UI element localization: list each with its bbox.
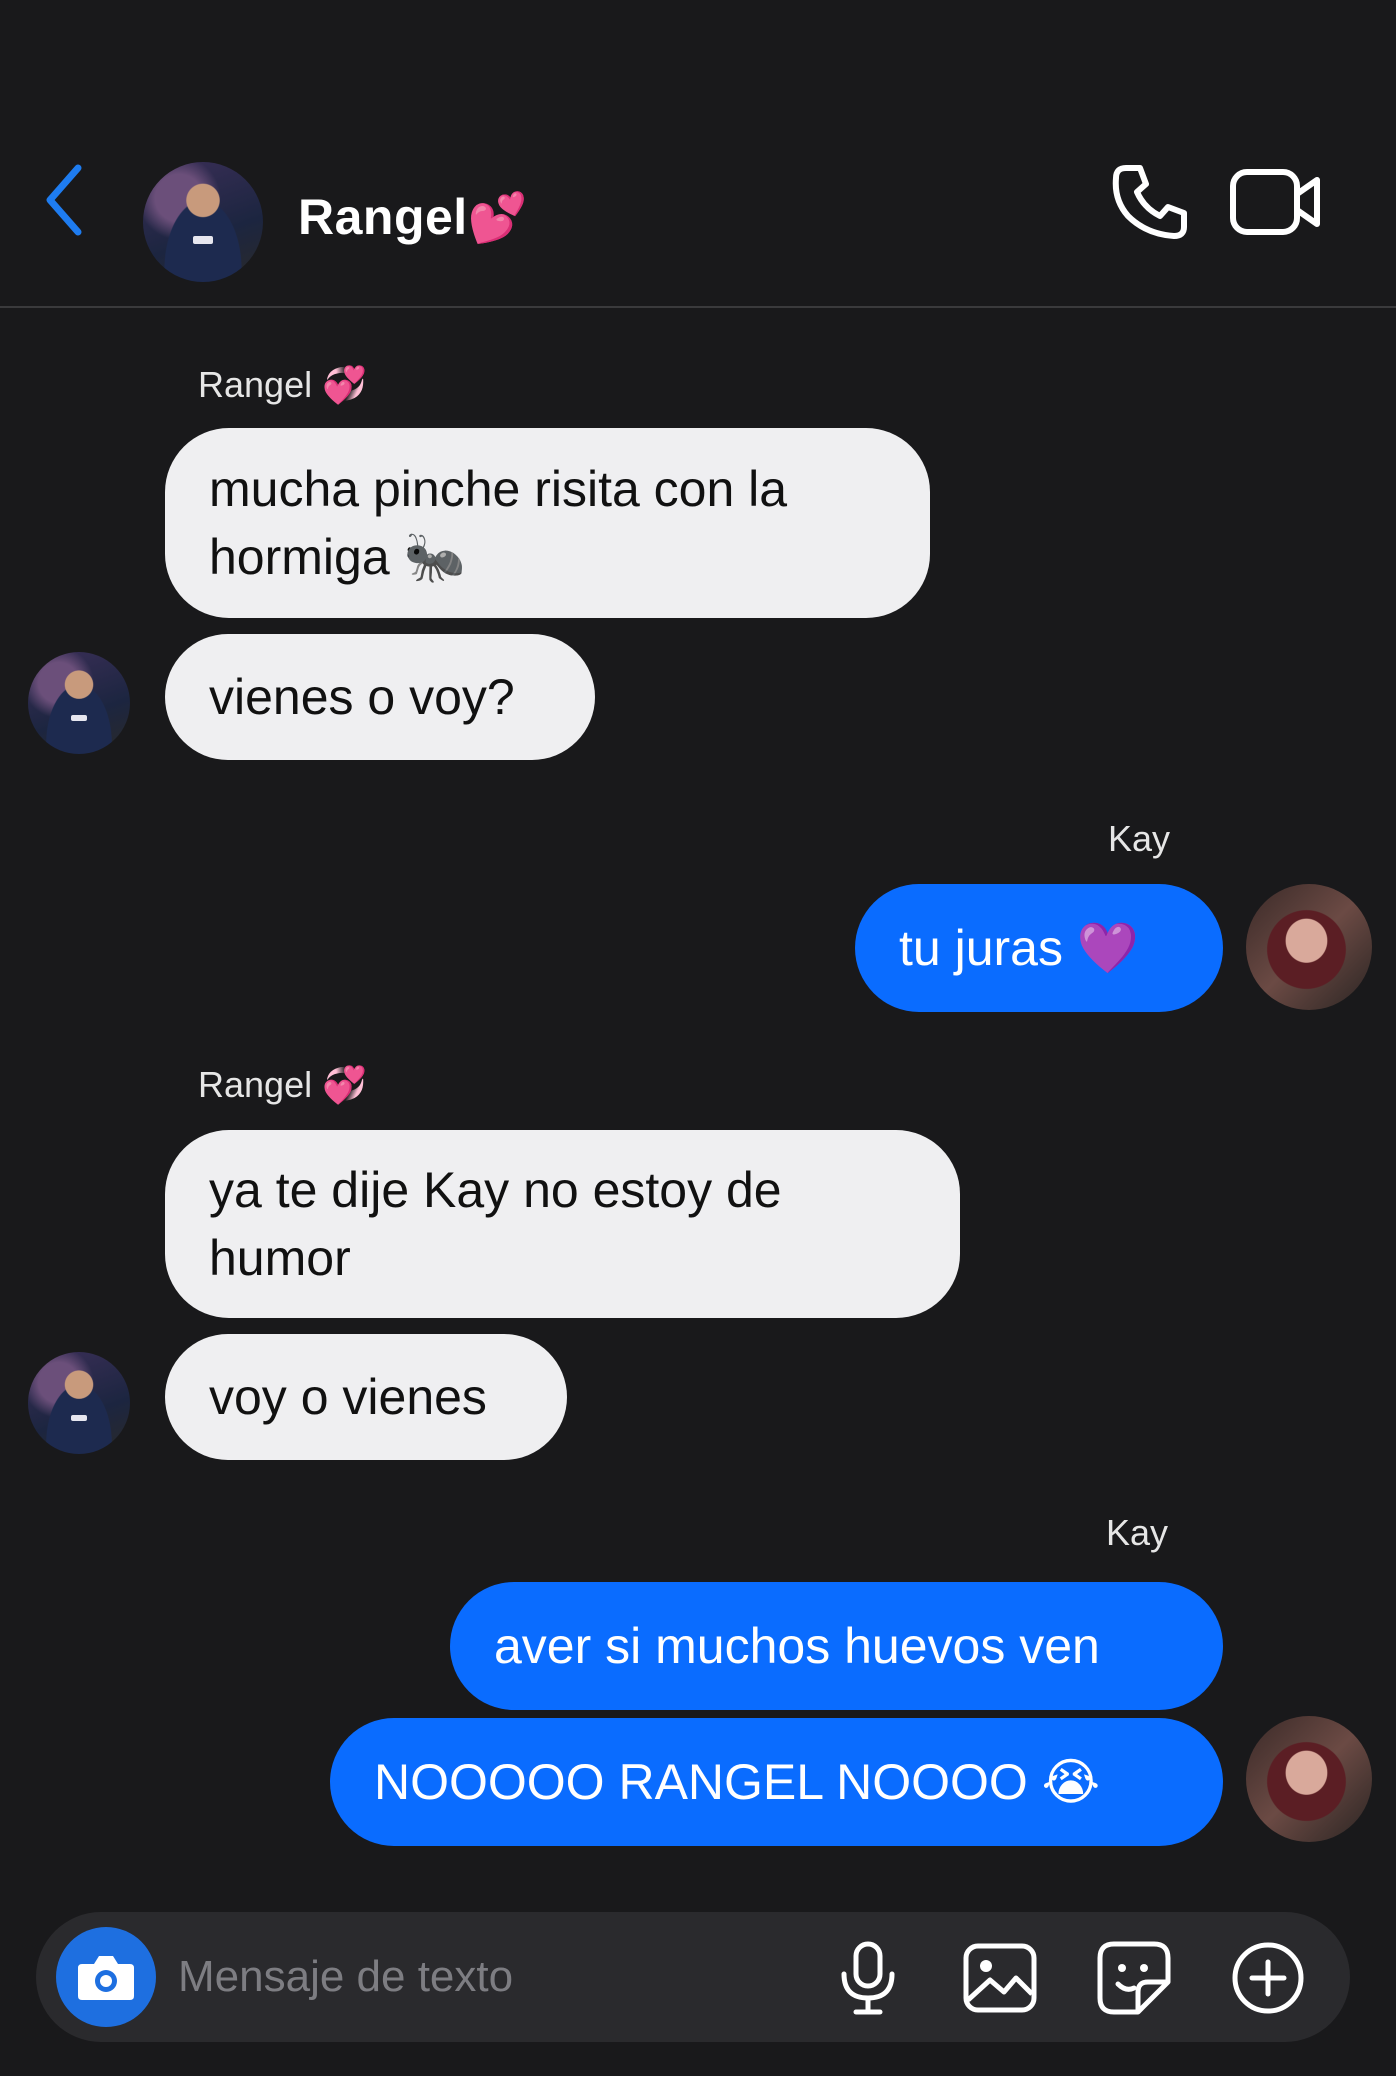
message-composer <box>36 1912 1350 2042</box>
message-text: vienes o voy? <box>209 669 515 725</box>
outgoing-message-bubble[interactable]: NOOOOO RANGEL NOOOO 😭 <box>330 1718 1223 1846</box>
message-text: mucha pinche risita con la hormiga 🐜 <box>209 461 788 585</box>
sender-name: Rangel <box>198 364 313 405</box>
message-text: NOOOOO RANGEL NOOOO 😭 <box>374 1754 1101 1810</box>
contact-name-text: Rangel <box>298 189 468 245</box>
sticker-icon[interactable] <box>1094 1938 1174 2018</box>
message-text: voy o vienes <box>209 1369 487 1425</box>
message-text: ya te dije Kay no estoy de humor <box>209 1162 782 1286</box>
microphone-icon[interactable] <box>828 1938 908 2018</box>
incoming-message-bubble[interactable]: vienes o voy? <box>165 634 595 760</box>
outgoing-message-bubble[interactable]: aver si muchos huevos ven <box>450 1582 1223 1710</box>
chat-screen: Rangel💕 Rangel 💞 mucha pinche risita con… <box>0 0 1396 2076</box>
sender-name: Kay <box>1106 1512 1169 1553</box>
sender-emoji: 💞 <box>322 1064 367 1105</box>
outgoing-message-bubble[interactable]: tu juras 💜 <box>855 884 1223 1012</box>
plus-circle-icon[interactable] <box>1228 1938 1308 2018</box>
sender-name: Rangel <box>198 1064 313 1105</box>
incoming-message-bubble[interactable]: mucha pinche risita con la hormiga 🐜 <box>165 428 930 618</box>
contact-name-emoji: 💕 <box>467 192 528 245</box>
sender-avatar-rangel[interactable] <box>28 652 130 754</box>
camera-icon <box>78 1956 134 2000</box>
sender-label-rangel: Rangel 💞 <box>198 364 367 406</box>
sender-label-rangel: Rangel 💞 <box>198 1064 367 1106</box>
sender-avatar-kay[interactable] <box>1246 884 1372 1010</box>
sender-label-kay: Kay <box>1106 1512 1168 1554</box>
sender-label-kay: Kay <box>1108 818 1170 860</box>
message-input[interactable] <box>178 1946 818 2008</box>
message-text: tu juras 💜 <box>899 920 1140 976</box>
message-text: aver si muchos huevos ven <box>494 1618 1100 1674</box>
sender-name: Kay <box>1108 818 1171 859</box>
phone-icon[interactable] <box>1108 160 1192 244</box>
camera-button[interactable] <box>56 1927 156 2027</box>
sender-emoji: 💞 <box>322 364 367 405</box>
contact-avatar[interactable] <box>143 162 263 282</box>
incoming-message-bubble[interactable]: ya te dije Kay no estoy de humor <box>165 1130 960 1318</box>
incoming-message-bubble[interactable]: voy o vienes <box>165 1334 567 1460</box>
sender-avatar-rangel[interactable] <box>28 1352 130 1454</box>
image-icon[interactable] <box>960 1938 1040 2018</box>
back-chevron-icon[interactable] <box>40 160 90 240</box>
sender-avatar-kay[interactable] <box>1246 1716 1372 1842</box>
contact-name[interactable]: Rangel💕 <box>298 188 528 246</box>
chat-header: Rangel💕 <box>0 0 1396 308</box>
video-camera-icon[interactable] <box>1228 162 1324 242</box>
